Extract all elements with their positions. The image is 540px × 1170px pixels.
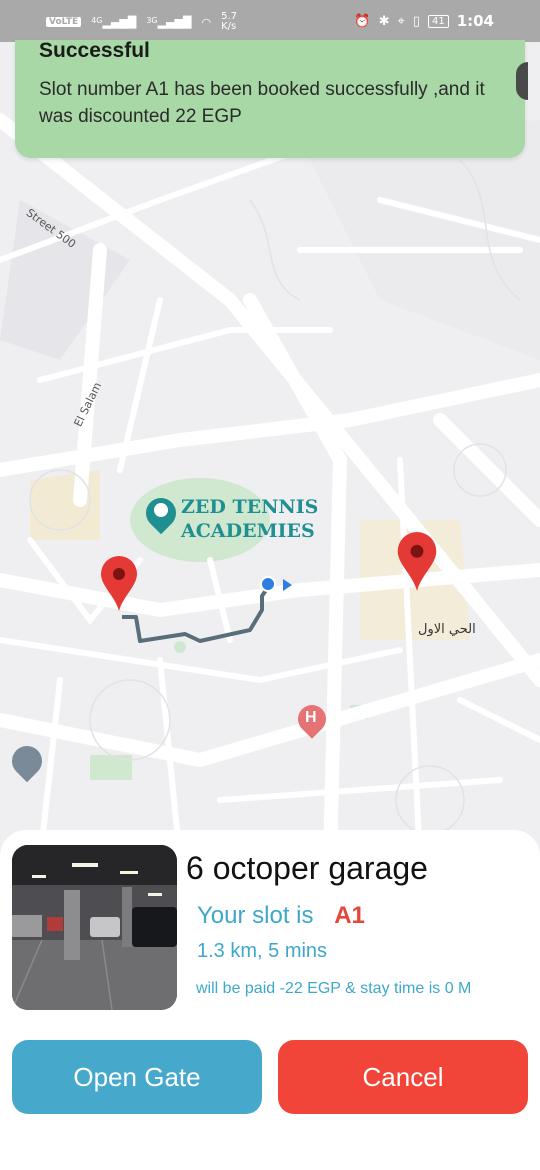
signal-label-2: 3G bbox=[146, 15, 158, 25]
status-bar: VoLTE 4G▂▄▆█ 3G▂▄▆█ ◠ 5.7 K/s ⏰ ✱ ⌖ ▯ 41… bbox=[0, 0, 540, 42]
cancel-button[interactable]: Cancel bbox=[278, 1040, 528, 1114]
vibrate-icon: ▯ bbox=[412, 13, 420, 29]
garage-photo-image bbox=[12, 845, 177, 1010]
payment-info: will be paid -22 EGP & stay time is 0 M bbox=[196, 980, 472, 997]
garage-sheet: 6 octoper garage Your slot is A1 1.3 km,… bbox=[0, 830, 540, 1170]
status-right: ⏰ ✱ ⌖ ▯ 41 1:04 bbox=[354, 12, 494, 30]
signal-icon: 3G▂▄▆█ bbox=[146, 15, 192, 29]
volte-badge: VoLTE bbox=[46, 17, 82, 27]
zed-label-line2: ACADEMIES bbox=[181, 520, 315, 542]
slot-info: Your slot is A1 bbox=[197, 902, 365, 930]
bluetooth-icon: ✱ bbox=[378, 13, 390, 29]
garage-photo bbox=[12, 845, 177, 1010]
battery-icon: 41 bbox=[427, 14, 449, 28]
garage-name: 6 octoper garage bbox=[186, 850, 428, 886]
status-left: VoLTE 4G▂▄▆█ 3G▂▄▆█ ◠ 5.7 K/s bbox=[46, 12, 247, 32]
distance-eta: 1.3 km, 5 mins bbox=[197, 940, 328, 962]
wifi-icon: ◠ bbox=[201, 15, 212, 29]
heading-arrow-icon bbox=[283, 579, 292, 591]
location-icon: ⌖ bbox=[397, 13, 405, 29]
success-toast[interactable]: Successful Slot number A1 has been booke… bbox=[15, 39, 525, 158]
alarm-icon: ⏰ bbox=[354, 13, 371, 29]
signal-label-1: 4G bbox=[91, 15, 103, 25]
toast-message: Slot number A1 has been booked successfu… bbox=[39, 79, 485, 127]
slot-label: Your slot is bbox=[197, 902, 314, 929]
location-pin-icon[interactable] bbox=[101, 556, 137, 612]
floating-button-edge[interactable] bbox=[516, 62, 528, 100]
net-speed: 5.7 K/s bbox=[221, 11, 237, 32]
user-location-dot bbox=[260, 576, 276, 592]
slot-id: A1 bbox=[334, 902, 365, 929]
toast-title: Successful bbox=[39, 39, 150, 62]
poi-tree-glyph bbox=[154, 503, 168, 517]
open-gate-button[interactable]: Open Gate bbox=[12, 1040, 262, 1114]
district-label: الحي الاول bbox=[418, 622, 476, 637]
clock: 1:04 bbox=[456, 12, 494, 30]
location-pin-icon[interactable] bbox=[397, 532, 437, 592]
battery-level: 41 bbox=[431, 15, 445, 27]
zed-label-line1: ZED TENNIS bbox=[181, 496, 319, 518]
hospital-letter: H bbox=[305, 709, 317, 726]
signal-icon: 4G▂▄▆█ bbox=[91, 15, 137, 29]
